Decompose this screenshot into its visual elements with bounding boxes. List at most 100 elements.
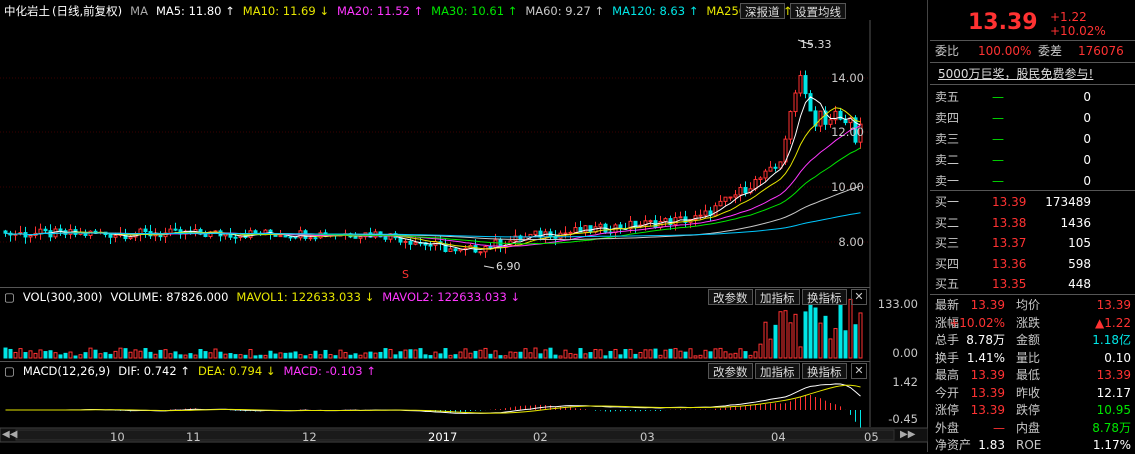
volume-bar: [103, 352, 108, 359]
volume-bar: [378, 351, 383, 359]
vol-close-icon[interactable]: ✕: [851, 289, 867, 305]
candle-body: [58, 228, 63, 232]
volume-bar: [618, 354, 623, 359]
sell-volume: 0: [1083, 90, 1091, 104]
macd-close-icon[interactable]: ✕: [851, 363, 867, 379]
volume-bar: [203, 351, 208, 359]
ma20-line: [5, 125, 861, 248]
macd-add-indicator-button[interactable]: 加指标: [755, 363, 800, 379]
sell-row: 卖二 — 0: [930, 151, 1135, 169]
buy-label: 买五: [935, 277, 960, 291]
candle-body: [663, 218, 668, 223]
kline-chart-area[interactable]: 中化岩土 (日线,前复权) MA MA5: 11.80 ↑ MA10: 11.69 ↓ M…: [0, 0, 928, 452]
candle-body: [803, 75, 808, 95]
volume-bar: [688, 348, 693, 359]
volume-bar: [173, 351, 178, 359]
stat-label: 总手: [935, 333, 960, 347]
sell-row: 卖三 — 0: [930, 130, 1135, 148]
candle-body: [128, 236, 133, 240]
stat-label: 最新: [935, 298, 960, 312]
expand-icon[interactable]: ▢: [4, 364, 15, 378]
volume-bar: [773, 324, 778, 359]
scroll-left-icon[interactable]: ◀◀: [2, 429, 17, 440]
candle-body: [743, 186, 748, 194]
volume-bar: [293, 351, 298, 359]
stat-value: 1.41%: [966, 350, 1005, 365]
volume-bar: [298, 354, 303, 359]
buy-label: 买二: [935, 215, 960, 230]
volume-bar: [783, 310, 788, 359]
candle-body: [203, 233, 208, 237]
candle-body: [173, 228, 178, 231]
volume-bar: [838, 298, 843, 359]
volume-bar: [488, 353, 493, 359]
volume-bar: [823, 315, 828, 359]
volume-bar: [183, 354, 188, 359]
sell-price: —: [992, 132, 1004, 146]
volume-bar: [583, 353, 588, 359]
volume-bar: [373, 352, 378, 359]
low-price-label: 6.90: [496, 260, 521, 273]
candle-body: [763, 170, 768, 179]
candle-body: [533, 230, 538, 235]
volume-bar: [443, 348, 448, 359]
buy-label: 买四: [935, 256, 960, 271]
stat-label: 换手: [935, 350, 960, 365]
date-axis-label: 04: [771, 430, 786, 444]
volume-bar: [408, 349, 413, 359]
volume-bar: [458, 351, 463, 359]
volume-bar: [723, 351, 728, 359]
volume-bar: [453, 354, 458, 359]
volume-bars: [3, 298, 863, 359]
volume-bar: [793, 313, 798, 359]
candle-body: [478, 251, 483, 254]
candle-body: [798, 75, 803, 94]
volume-bar: [288, 352, 293, 359]
vol-switch-indicator-button[interactable]: 换指标: [802, 289, 847, 305]
volume-bar: [303, 355, 308, 359]
candle-body: [713, 205, 718, 216]
macd-switch-indicator-button[interactable]: 换指标: [802, 363, 847, 379]
sell-volume: 0: [1083, 132, 1091, 146]
candle-body: [793, 92, 798, 113]
candle-body: [488, 245, 493, 249]
stat-value: ▲1.22: [1095, 315, 1131, 330]
candle-body: [768, 166, 773, 172]
volume-bar: [803, 311, 808, 359]
vol-add-indicator-button[interactable]: 加指标: [755, 289, 800, 305]
volume-bar: [238, 354, 243, 359]
scroll-right-icon[interactable]: ▶▶: [900, 429, 915, 440]
stat-label: ROE: [1016, 438, 1042, 452]
stat-label: 金额: [1016, 333, 1041, 347]
stat-row: 最新 13.39 均价 13.39: [930, 296, 1135, 314]
stat-label: 均价: [1016, 298, 1041, 312]
buy-volume: 598: [1068, 256, 1091, 271]
buy-volume: 173489: [1045, 195, 1091, 209]
volume-bar: [593, 348, 598, 359]
buy-price: 13.38: [992, 215, 1027, 230]
promo-link[interactable]: 5000万巨奖，股民免费参与!: [938, 65, 1093, 82]
stat-label: 涨停: [935, 403, 960, 417]
volume-bar: [158, 349, 163, 359]
volume-bar: [243, 354, 248, 359]
volume-bar: [428, 355, 433, 359]
vol-change-params-button[interactable]: 改参数: [708, 289, 753, 305]
stat-value: 1.18亿: [1092, 333, 1131, 347]
volume-bar: [128, 351, 133, 359]
volume-bar: [828, 338, 833, 359]
volume-bar: [698, 354, 703, 359]
stat-row: 最高 13.39 最低 13.39: [930, 366, 1135, 384]
dif-value: DIF: 0.742 ↑: [118, 364, 190, 378]
volume-bar: [318, 354, 323, 359]
expand-icon[interactable]: ▢: [4, 290, 15, 304]
volume-bar: [133, 349, 138, 359]
volume-bar: [93, 349, 98, 359]
macd-change-params-button[interactable]: 改参数: [708, 363, 753, 379]
volume-bar: [648, 349, 653, 359]
candle-body: [383, 236, 388, 240]
stat-label: 最低: [1016, 368, 1041, 382]
volume-bar: [388, 348, 393, 359]
stat-value: 1.17%: [1092, 438, 1131, 452]
volume-bar: [668, 348, 673, 359]
price-axis-label: 10.00: [831, 180, 864, 194]
